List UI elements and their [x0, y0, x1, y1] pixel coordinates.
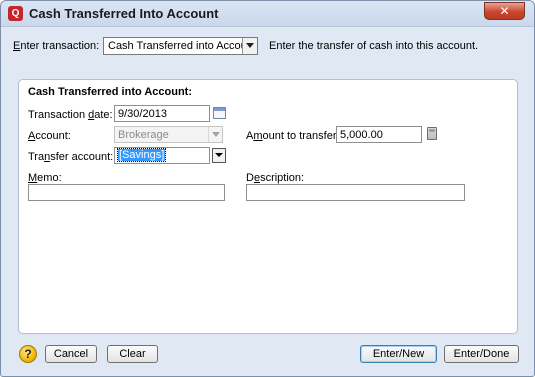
close-icon: ✕ — [499, 4, 510, 18]
transaction-date-label: Transaction date: — [28, 109, 113, 121]
memo-field[interactable] — [28, 184, 225, 201]
amount-value: 5,000.00 — [340, 129, 383, 141]
close-button[interactable]: ✕ — [484, 2, 525, 20]
cancel-button[interactable]: Cancel — [45, 345, 97, 363]
amount-field[interactable]: 5,000.00 — [336, 126, 422, 143]
transfer-account-value: [Savings] — [116, 148, 167, 162]
dialog-window: Q Cash Transferred Into Account ✕ Enter … — [0, 0, 535, 377]
app-icon: Q — [8, 6, 23, 21]
transaction-form-panel: Cash Transferred into Account: Transacti… — [18, 79, 518, 334]
description-field[interactable] — [246, 184, 465, 201]
enter-done-button[interactable]: Enter/Done — [444, 345, 519, 363]
account-dropdown-button[interactable] — [208, 127, 222, 142]
chevron-down-icon — [212, 132, 220, 137]
account-value: Brokerage — [118, 129, 169, 141]
amount-label: Amount to transfer: — [246, 130, 340, 142]
help-icon[interactable]: ? — [19, 345, 37, 363]
transaction-type-dropdown-button[interactable] — [242, 38, 257, 54]
transfer-account-list-button[interactable] — [212, 148, 226, 163]
account-select[interactable]: Brokerage — [114, 126, 223, 143]
section-title: Cash Transferred into Account: — [28, 86, 193, 98]
calendar-icon[interactable] — [213, 107, 226, 119]
chevron-down-icon — [246, 43, 254, 48]
clear-button[interactable]: Clear — [107, 345, 158, 363]
transaction-type-select[interactable]: Cash Transferred into Account — [103, 37, 258, 55]
memo-label: Memo: — [28, 172, 62, 184]
chevron-down-icon — [215, 153, 223, 157]
transfer-account-label: Transfer account: — [28, 151, 114, 163]
transfer-account-field[interactable]: [Savings] — [114, 147, 210, 164]
title-bar[interactable]: Q Cash Transferred Into Account ✕ — [1, 1, 534, 27]
transaction-date-field[interactable]: 9/30/2013 — [114, 105, 210, 122]
enter-transaction-label: Enter transaction: — [13, 40, 100, 52]
transaction-type-value: Cash Transferred into Account — [108, 40, 256, 52]
calculator-icon[interactable] — [427, 127, 437, 140]
enter-new-button[interactable]: Enter/New — [360, 345, 437, 363]
transaction-hint: Enter the transfer of cash into this acc… — [269, 40, 479, 52]
window-title: Cash Transferred Into Account — [29, 6, 219, 21]
description-label: Description: — [246, 172, 305, 184]
transaction-date-value: 9/30/2013 — [118, 108, 167, 120]
account-label: Account: — [28, 130, 71, 142]
